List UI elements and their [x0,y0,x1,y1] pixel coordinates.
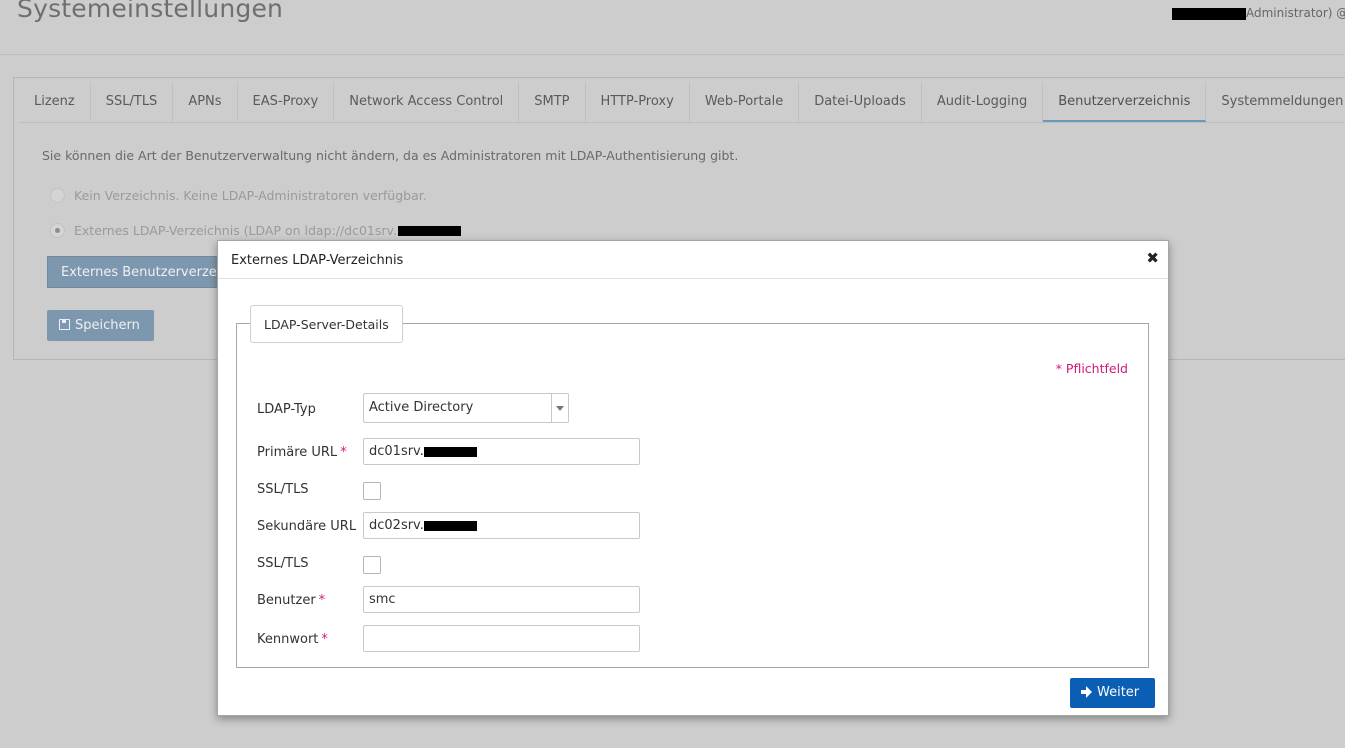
primary-url-label: Primäre URL * [257,445,347,460]
ssl-tls-label-secondary: SSL/TLS [257,556,309,571]
chevron-down-icon[interactable] [551,394,568,422]
header-divider [0,54,1345,55]
radio-external-ldap[interactable]: Externes LDAP-Verzeichnis (LDAP on ldap:… [50,223,461,238]
ldap-type-value: Active Directory [369,400,474,415]
tab-datei-uploads[interactable]: Datei-Uploads [799,82,922,122]
modal-title: Externes LDAP-Verzeichnis [231,253,404,268]
settings-tabs: Lizenz SSL/TLS APNs EAS-Proxy Network Ac… [19,82,1345,123]
ssl-tls-label-primary: SSL/TLS [257,482,309,497]
tab-http-proxy[interactable]: HTTP-Proxy [586,82,690,122]
directory-info-text: Sie können die Art der Benutzerverwaltun… [42,148,739,163]
tab-web-portale[interactable]: Web-Portale [690,82,800,122]
tab-lizenz[interactable]: Lizenz [19,82,91,122]
secondary-url-value: dc02srv. [369,518,424,533]
required-field-note: * Pflichtfeld [1055,361,1128,376]
required-star: * [321,632,328,647]
tab-apns[interactable]: APNs [173,82,238,122]
radio-label-external-ldap: Externes LDAP-Verzeichnis (LDAP on ldap:… [74,223,397,238]
user-info: Administrator) @ [1172,6,1345,20]
primary-url-input[interactable]: dc01srv. [363,438,640,465]
password-label: Kennwort * [257,632,328,647]
tab-systemmeldungen[interactable]: Systemmeldungen [1206,82,1345,122]
ssl-tls-checkbox-secondary[interactable] [363,556,381,574]
ldap-type-select[interactable]: Active Directory [363,393,569,423]
page-title: Systemeinstellungen [17,0,284,23]
radio-no-directory[interactable]: Kein Verzeichnis. Keine LDAP-Administrat… [50,188,427,203]
redacted-domain [423,446,477,457]
required-star: * [318,593,326,608]
primary-url-label-text: Primäre URL [257,445,338,460]
redacted-username [1172,7,1246,20]
secondary-url-label: Sekundäre URL [257,519,357,534]
tab-ssl-tls[interactable]: SSL/TLS [91,82,174,122]
next-button-label: Weiter [1097,685,1140,700]
radio-button[interactable] [50,188,65,203]
radio-button-checked[interactable] [50,223,65,238]
redacted-domain [423,520,477,531]
save-button-label: Speichern [75,318,140,333]
tab-audit-logging[interactable]: Audit-Logging [922,82,1044,122]
ldap-modal: Externes LDAP-Verzeichnis ✖ LDAP-Server-… [217,240,1169,716]
next-button[interactable]: Weiter [1070,678,1155,708]
tab-benutzerverzeichnis[interactable]: Benutzerverzeichnis [1043,82,1207,122]
close-icon[interactable]: ✖ [1146,249,1159,267]
password-label-text: Kennwort [257,632,319,647]
redacted-domain [397,225,461,236]
save-button[interactable]: Speichern [47,310,154,341]
user-role: Administrator) @ [1246,6,1345,20]
user-input[interactable]: smc [363,586,640,613]
tab-network-access-control[interactable]: Network Access Control [334,82,520,122]
user-label-text: Benutzer [257,593,316,608]
tab-smtp[interactable]: SMTP [519,82,586,122]
ldap-type-label: LDAP-Typ [257,402,316,417]
ssl-tls-checkbox-primary[interactable] [363,482,381,500]
fieldset-legend: LDAP-Server-Details [250,305,403,343]
secondary-url-input[interactable]: dc02srv. [363,512,640,539]
arrow-right-icon [1081,686,1092,698]
primary-url-value: dc01srv. [369,444,424,459]
radio-label-no-directory: Kein Verzeichnis. Keine LDAP-Administrat… [74,188,427,203]
password-input[interactable] [363,625,640,652]
required-star: * [340,445,347,460]
ldap-server-fieldset: LDAP-Server-Details * Pflichtfeld LDAP-T… [236,305,1149,668]
tab-eas-proxy[interactable]: EAS-Proxy [238,82,335,122]
user-label: Benutzer * [257,593,325,608]
modal-header: Externes LDAP-Verzeichnis ✖ [218,241,1168,279]
floppy-disk-icon [59,319,70,330]
